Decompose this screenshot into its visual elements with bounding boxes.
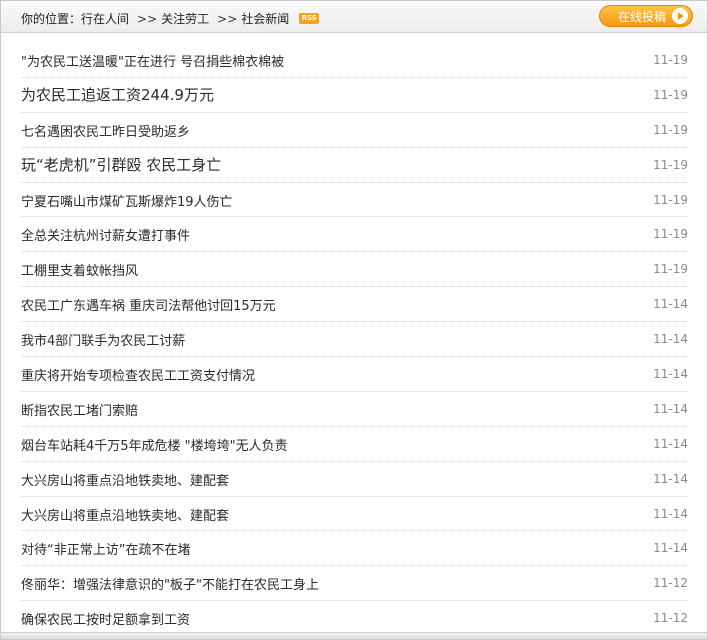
news-panel: 你的位置：行在人间 >> 关注劳工 >> 社会新闻 RSS 在线投稿 "为农民工送温暖"正… bbox=[0, 0, 708, 640]
news-row: 全总关注杭州讨薪女遭打事件 11-19 bbox=[21, 217, 688, 253]
news-title-link[interactable]: 农民工广东遇车祸 重庆司法帮他讨回15万元 bbox=[21, 295, 276, 314]
news-row: 玩“老虎机”引群殴 农民工身亡 11-19 bbox=[21, 148, 688, 183]
news-row: "为农民工送温暖"正在进行 号召捐些棉衣棉被 11-19 bbox=[21, 43, 688, 78]
rss-icon[interactable]: RSS bbox=[299, 13, 320, 24]
news-row: 佟丽华：增强法律意识的"板子"不能打在农民工身上 11-12 bbox=[21, 566, 688, 602]
news-date: 11-19 bbox=[653, 227, 688, 242]
news-title-link[interactable]: 重庆将开始专项检查农民工工资支付情况 bbox=[21, 365, 255, 384]
news-title-link[interactable]: 为农民工追返工资244.9万元 bbox=[21, 84, 214, 105]
submit-article-button[interactable]: 在线投稿 bbox=[599, 5, 693, 27]
news-row: 为农民工追返工资244.9万元 11-19 bbox=[21, 78, 688, 113]
news-row: 大兴房山将重点沿地铁卖地、建配套 11-14 bbox=[21, 497, 688, 532]
news-date: 11-19 bbox=[653, 87, 688, 102]
news-date: 11-14 bbox=[653, 367, 688, 382]
breadcrumb-home-link[interactable]: 行在人间 bbox=[81, 12, 129, 26]
news-date: 11-14 bbox=[653, 471, 688, 486]
news-date: 11-14 bbox=[653, 401, 688, 416]
news-date: 11-14 bbox=[653, 436, 688, 451]
news-title-link[interactable]: 七名遇困农民工昨日受助返乡 bbox=[21, 121, 190, 140]
news-title-link[interactable]: 全总关注杭州讨薪女遭打事件 bbox=[21, 225, 190, 244]
news-title-link[interactable]: 断指农民工堵门索赔 bbox=[21, 400, 138, 419]
breadcrumb-separator: >> bbox=[217, 11, 238, 26]
news-date: 11-19 bbox=[653, 262, 688, 277]
news-title-link[interactable]: 大兴房山将重点沿地铁卖地、建配套 bbox=[21, 505, 229, 524]
news-row: 烟台车站耗4千万5年成危楼 "楼垮垮"无人负责 11-14 bbox=[21, 427, 688, 462]
news-row: 大兴房山将重点沿地铁卖地、建配套 11-14 bbox=[21, 462, 688, 497]
news-date: 11-14 bbox=[653, 506, 688, 521]
news-date: 11-14 bbox=[653, 332, 688, 347]
bottom-scroll-edge bbox=[1, 632, 707, 639]
news-date: 11-12 bbox=[653, 576, 688, 591]
news-title-link[interactable]: 确保农民工按时足额拿到工资 bbox=[21, 609, 190, 628]
play-circle-icon bbox=[672, 8, 688, 24]
news-date: 11-19 bbox=[653, 192, 688, 207]
news-row: 宁夏石嘴山市煤矿瓦斯爆炸19人伤亡 11-19 bbox=[21, 183, 688, 218]
news-list: "为农民工送温暖"正在进行 号召捐些棉衣棉被 11-19 为农民工追返工资244.9… bbox=[21, 43, 688, 637]
news-title-link[interactable]: 佟丽华：增强法律意识的"板子"不能打在农民工身上 bbox=[21, 574, 319, 593]
news-date: 11-14 bbox=[653, 541, 688, 556]
news-title-link[interactable]: "为农民工送温暖"正在进行 号召捐些棉衣棉被 bbox=[21, 51, 284, 70]
news-row: 农民工广东遇车祸 重庆司法帮他讨回15万元 11-14 bbox=[21, 287, 688, 323]
news-row: 七名遇困农民工昨日受助返乡 11-19 bbox=[21, 113, 688, 148]
news-title-link[interactable]: 宁夏石嘴山市煤矿瓦斯爆炸19人伤亡 bbox=[21, 191, 233, 210]
top-bar: 你的位置：行在人间 >> 关注劳工 >> 社会新闻 RSS 在线投稿 bbox=[1, 1, 707, 33]
breadcrumb-prefix: 你的位置： bbox=[21, 12, 82, 26]
breadcrumb-level2-link[interactable]: 关注劳工 bbox=[161, 12, 209, 26]
submit-button-label: 在线投稿 bbox=[617, 9, 666, 24]
news-date: 11-14 bbox=[653, 297, 688, 312]
news-title-link[interactable]: 我市4部门联手为农民工讨薪 bbox=[21, 330, 185, 349]
news-date: 11-19 bbox=[653, 157, 688, 172]
breadcrumb-separator: >> bbox=[137, 11, 158, 26]
news-row: 确保农民工按时足额拿到工资 11-12 bbox=[21, 601, 688, 637]
news-date: 11-19 bbox=[653, 122, 688, 137]
news-row: 工棚里支着蚊帐挡风 11-19 bbox=[21, 252, 688, 288]
news-row: 断指农民工堵门索赔 11-14 bbox=[21, 392, 688, 427]
news-title-link[interactable]: 对待“非正常上访”在疏不在堵 bbox=[21, 539, 190, 558]
news-row: 重庆将开始专项检查农民工工资支付情况 11-14 bbox=[21, 357, 688, 392]
breadcrumb: 你的位置：行在人间 >> 关注劳工 >> 社会新闻 RSS bbox=[21, 10, 320, 27]
news-title-link[interactable]: 工棚里支着蚊帐挡风 bbox=[21, 260, 138, 279]
news-row: 对待“非正常上访”在疏不在堵 11-14 bbox=[21, 531, 688, 567]
news-row: 我市4部门联手为农民工讨薪 11-14 bbox=[21, 322, 688, 358]
news-title-link[interactable]: 烟台车站耗4千万5年成危楼 "楼垮垮"无人负责 bbox=[21, 435, 288, 454]
news-date: 11-19 bbox=[653, 53, 688, 67]
news-title-link[interactable]: 玩“老虎机”引群殴 农民工身亡 bbox=[21, 154, 221, 175]
breadcrumb-level3-link[interactable]: 社会新闻 bbox=[241, 12, 289, 26]
news-date: 11-12 bbox=[653, 611, 688, 626]
news-title-link[interactable]: 大兴房山将重点沿地铁卖地、建配套 bbox=[21, 470, 229, 489]
